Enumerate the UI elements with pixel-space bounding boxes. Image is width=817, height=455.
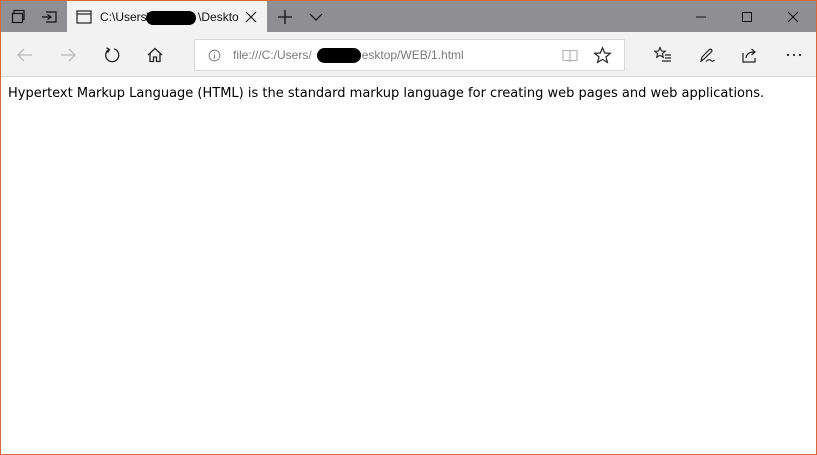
- book-icon: [562, 49, 578, 63]
- info-icon: [208, 49, 221, 62]
- page-content: Hypertext Markup Language (HTML) is the …: [1, 78, 816, 454]
- close-window-button[interactable]: [770, 1, 816, 32]
- forward-button[interactable]: [48, 32, 88, 77]
- redaction-mark: [317, 48, 361, 63]
- tab-set-aside-button[interactable]: [33, 1, 65, 32]
- tabs-preview-button[interactable]: [3, 1, 35, 32]
- favorite-button[interactable]: [593, 46, 612, 65]
- maximize-icon: [742, 11, 752, 22]
- favorites-list-icon: [654, 45, 671, 62]
- pen-icon: [700, 48, 715, 62]
- url-start: file:///C:/Users/: [233, 48, 312, 62]
- redaction-mark: [146, 11, 196, 25]
- minimize-button[interactable]: [678, 1, 724, 32]
- show-tabs-icon: [11, 9, 25, 23]
- navigation-bar: file:///C:/Users/ /Desktop/WEB/1.html: [1, 32, 816, 77]
- minimize-icon: [696, 16, 706, 17]
- tab-set-aside-icon: [42, 10, 57, 23]
- back-button[interactable]: [5, 32, 45, 77]
- url-end: /Desktop/WEB/1.html: [349, 48, 464, 62]
- plus-icon: [278, 9, 292, 24]
- close-window-icon: [787, 11, 799, 22]
- chevron-down-icon: [309, 13, 323, 21]
- new-tab-button[interactable]: [269, 1, 301, 32]
- home-button[interactable]: [135, 32, 175, 77]
- forward-arrow-icon: [61, 48, 76, 61]
- page-icon: [76, 10, 92, 24]
- home-icon: [147, 47, 163, 62]
- refresh-icon: [105, 46, 120, 62]
- page-paragraph: Hypertext Markup Language (HTML) is the …: [8, 86, 765, 101]
- more-button[interactable]: [774, 32, 814, 77]
- tab-strip: C:\Users\ \Deskto: [1, 1, 816, 33]
- browser-window: C:\Users\ \Deskto file:///C:/Users/ /Des…: [0, 0, 817, 455]
- share-button[interactable]: [730, 32, 770, 77]
- address-bar[interactable]: file:///C:/Users/ /Desktop/WEB/1.html: [194, 39, 625, 71]
- more-icon: [786, 53, 802, 56]
- close-icon: [245, 11, 257, 23]
- close-tab-button[interactable]: [243, 9, 259, 25]
- favorites-hub-button[interactable]: [643, 32, 683, 77]
- share-icon: [742, 48, 756, 63]
- tab-list-button[interactable]: [300, 1, 332, 32]
- reading-view-button[interactable]: [561, 47, 579, 65]
- tab-title-end: \Deskto: [198, 10, 239, 24]
- tab-title-start: C:\Users\: [100, 10, 151, 24]
- refresh-button[interactable]: [92, 32, 132, 77]
- notes-button[interactable]: [687, 32, 727, 77]
- star-icon: [593, 46, 612, 64]
- back-arrow-icon: [17, 48, 32, 61]
- maximize-button[interactable]: [724, 1, 770, 32]
- tab-active[interactable]: C:\Users\ \Deskto: [67, 1, 267, 33]
